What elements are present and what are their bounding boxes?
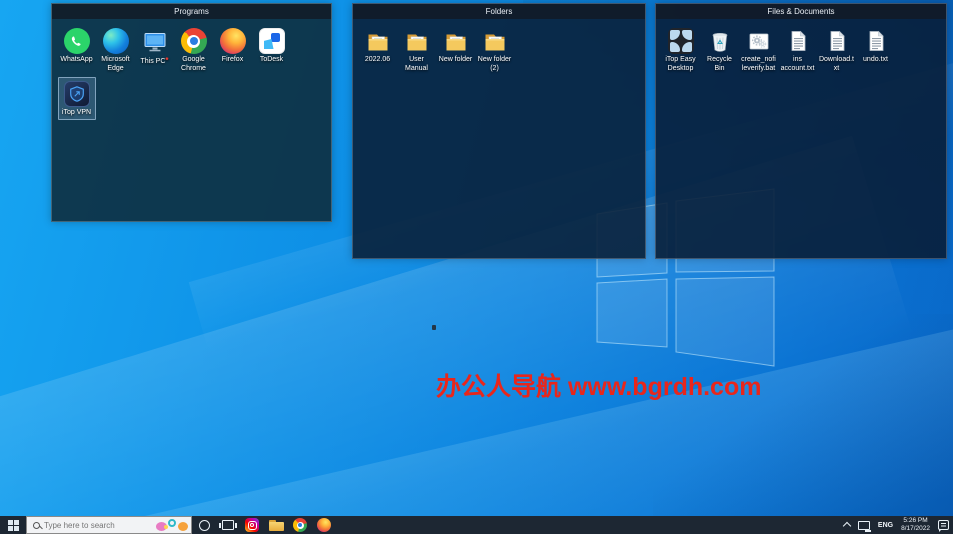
folder-icon — [364, 27, 392, 55]
desktop-icon-todesk[interactable]: ToDesk — [253, 24, 291, 77]
desktop: 办公人导航 www.bgrdh.com Programs WhatsApp Mi… — [0, 0, 953, 534]
taskbar-clock[interactable]: 5:26 PM 8/17/2022 — [901, 517, 930, 533]
desktop-icon-itop-easy-desktop[interactable]: iTop Easy Desktop — [662, 24, 700, 77]
search-highlights-icon[interactable] — [154, 518, 190, 532]
firefox-icon — [317, 518, 331, 532]
text-file-icon — [823, 27, 851, 55]
icon-label: undo.txt — [863, 56, 888, 63]
fence-title: Programs — [174, 7, 209, 16]
this-pc-icon — [141, 27, 169, 55]
desktop-icon-whatsapp[interactable]: WhatsApp — [58, 24, 96, 77]
taskbar-button-chrome[interactable] — [288, 516, 312, 534]
icon-label: User Manual — [405, 56, 428, 72]
icon-label: New folder — [438, 56, 473, 63]
edge-icon — [102, 28, 129, 54]
start-button[interactable] — [0, 516, 26, 534]
fence-panel-programs: Programs WhatsApp Microsoft Edge This PC… — [51, 3, 332, 222]
bat-file-icon — [745, 27, 773, 55]
firefox-icon — [219, 28, 246, 54]
desktop-icon-text-file[interactable]: ins account.txt — [779, 24, 817, 77]
todesk-icon — [258, 28, 285, 54]
fence-title: Folders — [485, 7, 513, 16]
whatsapp-icon — [63, 28, 90, 54]
icon-label: Google Chrome — [181, 56, 206, 72]
taskbar-button-task-view[interactable] — [216, 516, 240, 534]
file-explorer-icon — [268, 519, 284, 531]
icon-label: New folder (2) — [477, 56, 512, 72]
site-watermark-text: 办公人导航 www.bgrdh.com — [436, 373, 762, 401]
fence-title: Files & Documents — [767, 7, 835, 16]
fence-body: 2022.06 User Manual New folder New folde… — [353, 19, 645, 258]
update-badge: * — [165, 56, 169, 65]
icon-label: iTop Easy Desktop — [665, 56, 696, 72]
taskbar-search-box[interactable] — [26, 516, 192, 534]
notification-center-icon[interactable] — [938, 520, 949, 532]
clock-date: 8/17/2022 — [901, 525, 930, 532]
fence-panel-folders: Folders 2022.06 User Manual New folder N… — [352, 3, 646, 259]
system-tray: ENG 5:26 PM 8/17/2022 — [842, 516, 953, 534]
fence-body: WhatsApp Microsoft Edge This PC* Google … — [52, 19, 331, 221]
icon-label: This PC* — [140, 56, 169, 65]
itop-easy-desktop-icon — [667, 28, 694, 54]
icon-label: iTop VPN — [61, 108, 92, 116]
icon-label: ins account.txt — [780, 56, 815, 72]
network-icon[interactable] — [857, 520, 871, 532]
taskbar-button-instagram[interactable] — [240, 516, 264, 534]
desktop-icon-folder[interactable]: 2022.06 — [359, 24, 397, 77]
icon-label: create_nofileverify.bat — [741, 56, 776, 72]
clock-time: 5:26 PM — [903, 516, 928, 524]
icon-label: 2022.06 — [364, 56, 391, 63]
desktop-icon-google-chrome[interactable]: Google Chrome — [175, 24, 213, 77]
desktop-icon-text-file[interactable]: undo.txt — [857, 24, 895, 77]
icon-label: ToDesk — [259, 56, 284, 63]
taskbar: ENG 5:26 PM 8/17/2022 — [0, 516, 953, 534]
desktop-icon-firefox[interactable]: Firefox — [214, 24, 252, 77]
taskbar-button-file-explorer[interactable] — [264, 516, 288, 534]
desktop-icon-bat-file[interactable]: create_nofileverify.bat — [740, 24, 778, 77]
search-input[interactable] — [44, 520, 136, 530]
chrome-icon — [293, 518, 307, 532]
recycle-bin-icon — [706, 27, 734, 55]
fence-header-programs[interactable]: Programs — [52, 4, 331, 19]
desktop-icon-text-file[interactable]: Download.txt — [818, 24, 856, 77]
taskbar-button-cortana[interactable] — [192, 516, 216, 534]
text-file-icon — [784, 27, 812, 55]
icon-label: Firefox — [221, 56, 244, 63]
chrome-icon — [180, 28, 207, 54]
desktop-icon-folder[interactable]: New folder (2) — [476, 24, 514, 77]
desktop-icon-folder[interactable]: New folder — [437, 24, 475, 77]
folder-icon — [442, 27, 470, 55]
mouse-cursor — [432, 325, 436, 330]
instagram-icon — [245, 518, 259, 532]
task-view-icon — [219, 520, 237, 530]
desktop-icon-microsoft-edge[interactable]: Microsoft Edge — [97, 24, 135, 77]
fence-body: iTop Easy Desktop Recycle Bin create_nof… — [656, 19, 946, 258]
fence-header-files-documents[interactable]: Files & Documents — [656, 4, 946, 19]
icon-label: WhatsApp — [60, 56, 93, 63]
desktop-icon-folder[interactable]: User Manual — [398, 24, 436, 77]
hidden-icons-chevron-icon[interactable] — [842, 521, 852, 531]
search-icon — [33, 521, 40, 529]
folder-icon — [403, 27, 431, 55]
cortana-icon — [198, 519, 210, 531]
itop-vpn-icon — [63, 80, 90, 107]
taskbar-button-firefox[interactable] — [312, 516, 336, 534]
fence-panel-files-documents: Files & Documents iTop Easy Desktop Recy… — [655, 3, 947, 259]
desktop-icon-itop-vpn[interactable]: iTop VPN — [57, 76, 96, 121]
desktop-icon-this-pc[interactable]: This PC* — [136, 24, 174, 77]
windows-start-icon — [7, 519, 19, 531]
icon-label: Microsoft Edge — [101, 56, 130, 72]
desktop-icon-recycle-bin[interactable]: Recycle Bin — [701, 24, 739, 77]
icon-label: Download.txt — [818, 56, 855, 72]
language-indicator[interactable]: ENG — [878, 522, 893, 529]
icon-label: Recycle Bin — [707, 56, 732, 72]
fence-header-folders[interactable]: Folders — [353, 4, 645, 19]
folder-icon — [481, 27, 509, 55]
text-file-icon — [862, 27, 890, 55]
